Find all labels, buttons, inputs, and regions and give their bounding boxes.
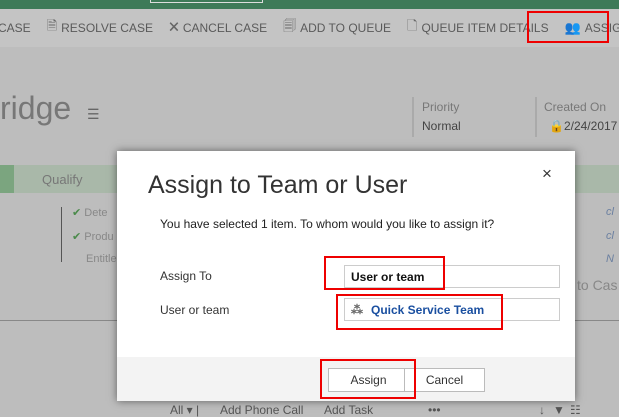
close-icon[interactable]: × bbox=[542, 164, 552, 184]
filter-dropdown[interactable]: All ▾ | bbox=[170, 403, 199, 417]
created-date: 2/24/2017 bbox=[563, 119, 618, 133]
step-label: Produ bbox=[84, 231, 114, 243]
more-button[interactable]: ••• bbox=[428, 403, 441, 417]
created-on-value: 🔒2/24/2017 bbox=[549, 119, 617, 133]
cancel-case-label: CANCEL CASE bbox=[182, 21, 268, 35]
queue-details-icon: 🗋 bbox=[407, 18, 418, 33]
case-label: CASE bbox=[0, 21, 31, 35]
created-on-label: Created On bbox=[544, 100, 607, 114]
field-value: cl bbox=[606, 230, 614, 242]
assign-dialog: Assign to Team or User × You have select… bbox=[117, 151, 575, 401]
case-button[interactable]: CASE bbox=[0, 21, 31, 35]
queue-add-icon: 🗐 bbox=[283, 18, 297, 33]
lock-icon: 🔒 bbox=[549, 119, 564, 133]
record-title: ridge bbox=[0, 90, 72, 126]
filter-icon[interactable]: ▼ bbox=[553, 403, 565, 417]
divider bbox=[535, 97, 537, 137]
dialog-message: You have selected 1 item. To whom would … bbox=[160, 217, 495, 231]
highlight-box bbox=[324, 256, 445, 290]
add-to-queue-button[interactable]: 🗐 ADD TO QUEUE bbox=[283, 17, 391, 39]
divider bbox=[412, 97, 414, 137]
add-phone-call-button[interactable]: Add Phone Call bbox=[220, 403, 303, 417]
menu-icon[interactable]: ☰ bbox=[87, 106, 100, 123]
field-label: to Cas bbox=[577, 277, 618, 293]
divider bbox=[61, 207, 62, 262]
view-icon[interactable]: ☷ bbox=[570, 403, 581, 417]
top-nav-bar bbox=[0, 0, 619, 9]
assign-to-label: Assign To bbox=[160, 269, 212, 283]
cancel-button[interactable]: Cancel bbox=[404, 368, 485, 392]
sort-icon[interactable]: ↓ bbox=[539, 403, 545, 417]
search-box[interactable] bbox=[150, 0, 263, 3]
add-to-queue-label: ADD TO QUEUE bbox=[300, 21, 392, 35]
check-icon: ✔ bbox=[72, 207, 82, 219]
stage-chevron bbox=[0, 165, 14, 193]
highlight-box bbox=[336, 294, 503, 330]
dialog-title: Assign to Team or User bbox=[148, 171, 408, 199]
field-value: N bbox=[606, 253, 614, 265]
filter-label: All bbox=[170, 403, 184, 417]
highlight-box bbox=[320, 359, 416, 399]
resolve-case-button[interactable]: 🗎 RESOLVE CASE bbox=[47, 17, 153, 39]
cancel-case-button[interactable]: 🗙 CANCEL CASE bbox=[169, 17, 267, 39]
resolve-icon: 🗎 bbox=[46, 18, 58, 33]
field-value: cl bbox=[606, 206, 614, 218]
priority-label: Priority bbox=[422, 100, 460, 114]
user-team-label: User or team bbox=[160, 303, 230, 317]
step-label: Entitle bbox=[86, 253, 117, 265]
stage-qualify[interactable]: Qualify bbox=[42, 172, 82, 187]
priority-value: Normal bbox=[422, 119, 461, 133]
check-icon: ✔ bbox=[72, 231, 82, 243]
cancel-icon: 🗙 bbox=[168, 18, 179, 33]
add-task-button[interactable]: Add Task bbox=[324, 403, 373, 417]
assign-highlight bbox=[527, 11, 609, 43]
step-label: Dete bbox=[84, 207, 108, 219]
resolve-case-label: RESOLVE CASE bbox=[61, 21, 153, 35]
